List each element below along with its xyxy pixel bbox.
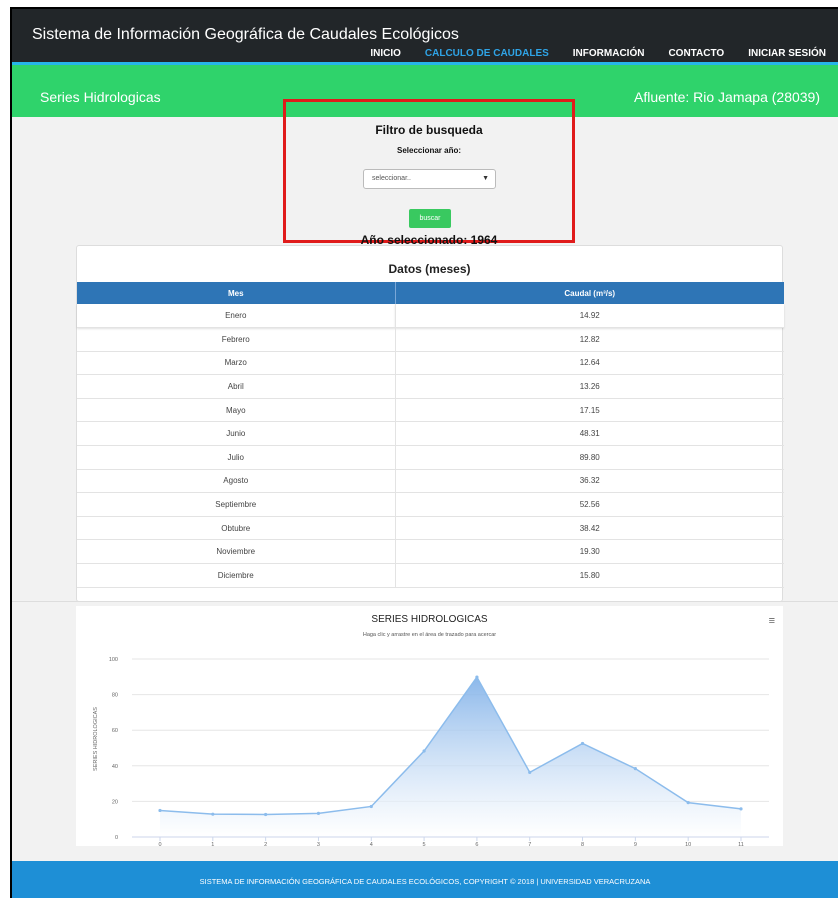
data-point[interactable] [158, 808, 162, 813]
y-axis-label: SERIES HIDROLOGICAS [93, 707, 99, 771]
nav-informacion[interactable]: INFORMACIÓN [573, 48, 645, 59]
cell-caudal: 17.15 [395, 398, 784, 423]
x-tick-label: 1 [211, 842, 214, 846]
main-nav: INICIO CALCULO DE CAUDALES INFORMACIÓN C… [370, 48, 826, 59]
y-tick-label: 60 [112, 728, 118, 734]
table-row: Marzo 12.64 [77, 351, 784, 376]
table-row: Abril 13.26 [77, 374, 784, 399]
cell-caudal: 15.80 [395, 563, 784, 588]
data-point[interactable] [633, 767, 637, 771]
top-navbar: Sistema de Información Geográfica de Cau… [12, 9, 838, 62]
data-panel: Datos (meses) Mes Caudal (m³/s) Enero 14.… [76, 245, 784, 602]
nav-inicio[interactable]: INICIO [370, 48, 401, 59]
x-tick-label: 11 [738, 842, 744, 846]
cell-caudal: 38.42 [395, 516, 784, 541]
hydrological-area-chart[interactable]: 0 20 40 60 80 100 0 1 2 3 4 5 6 7 8 9 10 11 SERIES HIDROL… [76, 606, 783, 846]
cell-caudal: 48.31 [395, 421, 784, 447]
x-tick-label: 4 [370, 842, 373, 846]
table-row: Septiembre 52.56 [77, 492, 784, 517]
data-point[interactable] [475, 675, 479, 679]
filter-title: Filtro de busqueda [375, 123, 483, 137]
afluente-label: Afluente: Rio Jamapa (28039) [634, 89, 820, 105]
nav-calculo-de-caudales[interactable]: CALCULO DE CAUDALES [425, 48, 549, 59]
page-frame: Sistema de Información Geográfica de Cau… [10, 7, 838, 898]
cell-mes: Obtubre [77, 516, 396, 541]
selected-year: Año seleccionado: 1964 [360, 233, 498, 247]
table-row: Julio 89.80 [77, 445, 784, 470]
cell-caudal: 12.64 [395, 351, 784, 376]
cell-mes: Agosto [77, 469, 396, 494]
data-point[interactable] [528, 770, 532, 774]
cell-caudal: 14.92 [395, 304, 784, 329]
cell-mes: Abril [77, 374, 396, 399]
year-select-label: Seleccionar año: [396, 146, 462, 155]
table-row: Enero 14.92 [77, 304, 784, 329]
footer-text: SISTEMA DE INFORMACIÓN GEOGRÁFICA DE CAU… [199, 877, 651, 886]
data-point[interactable] [316, 811, 321, 815]
cell-caudal: 52.56 [395, 492, 784, 517]
cell-mes: Febrero [77, 327, 396, 352]
data-point[interactable] [422, 749, 426, 753]
year-select[interactable]: seleccionar.. ▼ [363, 169, 496, 189]
cell-mes: Julio [77, 445, 396, 470]
x-tick-label: 0 [158, 842, 161, 846]
x-tick-label: 2 [264, 842, 267, 846]
panel-title: Datos (meses) [388, 262, 471, 276]
nav-iniciar-sesion[interactable]: INICIAR SESIÓN [748, 48, 826, 59]
cell-mes: Marzo [77, 351, 396, 376]
table-row: Obtubre 38.42 [77, 516, 784, 541]
cell-mes: Noviembre [77, 539, 396, 565]
data-point[interactable] [739, 807, 743, 811]
column-header-mes[interactable]: Mes [77, 282, 396, 304]
chevron-down-icon: ▼ [482, 175, 489, 182]
cell-mes: Septiembre [77, 492, 396, 517]
footer: SISTEMA DE INFORMACIÓN GEOGRÁFICA DE CAU… [12, 861, 838, 898]
y-tick-label: 20 [112, 799, 118, 805]
data-point[interactable] [369, 804, 373, 809]
cell-caudal: 13.26 [395, 374, 784, 399]
search-button[interactable]: buscar [409, 209, 451, 228]
x-tick-label: 9 [634, 842, 637, 846]
section-title: Series Hidrologicas [40, 89, 161, 105]
x-tick-label: 8 [581, 842, 584, 846]
year-select-value: seleccionar.. [372, 175, 411, 182]
y-tick-label: 0 [115, 835, 118, 841]
monthly-data-table: Mes Caudal (m³/s) Enero 14.92 Febrero 12.8… [77, 282, 784, 588]
data-point[interactable] [264, 812, 268, 817]
table-row: Diciembre 15.80 [77, 563, 784, 588]
cell-caudal: 89.80 [395, 445, 784, 470]
data-point[interactable] [211, 812, 215, 816]
y-tick-label: 80 [112, 693, 118, 699]
x-tick-label: 10 [685, 842, 691, 846]
table-row: Junio 48.31 [77, 421, 784, 447]
x-tick-label: 7 [528, 842, 531, 846]
cell-mes: Enero [77, 304, 396, 329]
x-tick-label: 6 [475, 842, 478, 846]
nav-contacto[interactable]: CONTACTO [668, 48, 724, 59]
y-tick-label: 40 [112, 764, 118, 770]
search-filter-box: Filtro de busqueda Seleccionar año: sele… [283, 99, 575, 247]
table-header-row: Mes Caudal (m³/s) [77, 282, 784, 304]
cell-caudal: 19.30 [395, 539, 784, 565]
cell-mes: Junio [77, 421, 396, 447]
table-row: Noviembre 19.30 [77, 539, 784, 565]
data-point[interactable] [686, 801, 690, 805]
table-row: Agosto 36.32 [77, 469, 784, 494]
y-tick-label: 100 [109, 657, 118, 663]
brand-title[interactable]: Sistema de Información Geográfica de Cau… [32, 26, 459, 44]
chart-panel: SERIES HIDROLOGICAS Haga clic y arrastre… [76, 606, 783, 846]
cell-caudal: 12.82 [395, 327, 784, 352]
table-row: Febrero 12.82 [77, 327, 784, 352]
x-tick-label: 5 [423, 842, 426, 846]
series-area [160, 677, 741, 837]
table-row: Mayo 17.15 [77, 398, 784, 423]
data-point[interactable] [580, 741, 585, 746]
cell-mes: Diciembre [77, 563, 396, 588]
section-divider [12, 601, 838, 602]
cell-caudal: 36.32 [395, 469, 784, 494]
column-header-caudal[interactable]: Caudal (m³/s) [395, 282, 784, 304]
x-tick-label: 3 [317, 842, 320, 846]
cell-mes: Mayo [77, 398, 396, 423]
